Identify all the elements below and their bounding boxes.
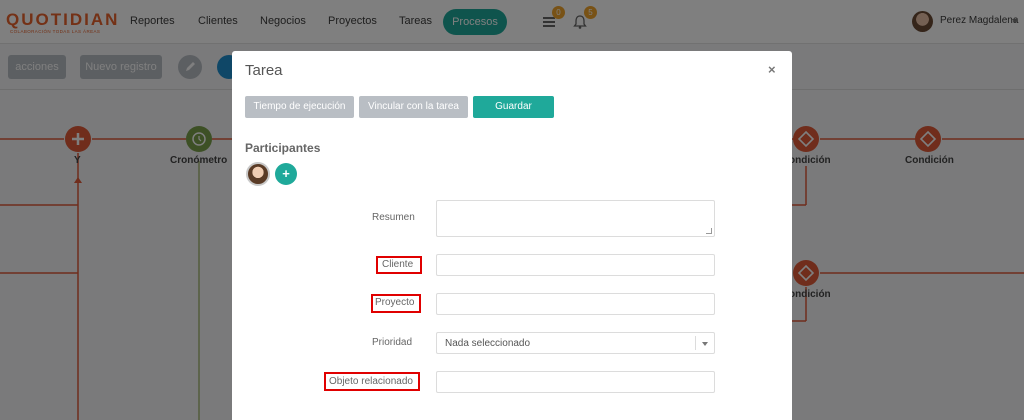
project-label: Proyecto — [375, 297, 415, 308]
add-participant-button[interactable]: + — [275, 163, 297, 185]
summary-label: Resumen — [372, 212, 415, 223]
chevron-down-icon[interactable] — [702, 342, 708, 346]
execution-time-button[interactable]: Tiempo de ejecución — [245, 96, 354, 118]
related-object-label: Objeto relacionado — [329, 376, 413, 387]
priority-select[interactable]: Nada seleccionado — [436, 332, 715, 354]
close-icon[interactable]: × — [768, 62, 776, 77]
project-input[interactable] — [436, 293, 715, 315]
participants-title: Participantes — [245, 141, 321, 155]
modal-title: Tarea — [245, 62, 283, 79]
resize-grip-icon[interactable] — [706, 228, 712, 234]
client-input[interactable] — [436, 254, 715, 276]
select-divider — [695, 336, 696, 350]
summary-textarea[interactable] — [436, 200, 715, 237]
link-task-button[interactable]: Vincular con la tarea — [359, 96, 468, 118]
save-button[interactable]: Guardar — [473, 96, 554, 118]
priority-label: Prioridad — [372, 337, 413, 348]
participant-avatar[interactable] — [246, 162, 270, 186]
related-object-input[interactable] — [436, 371, 715, 393]
priority-selected-value: Nada seleccionado — [445, 338, 531, 349]
client-label: Cliente — [382, 259, 414, 270]
task-modal: Tarea × Tiempo de ejecución Vincular con… — [232, 51, 792, 420]
